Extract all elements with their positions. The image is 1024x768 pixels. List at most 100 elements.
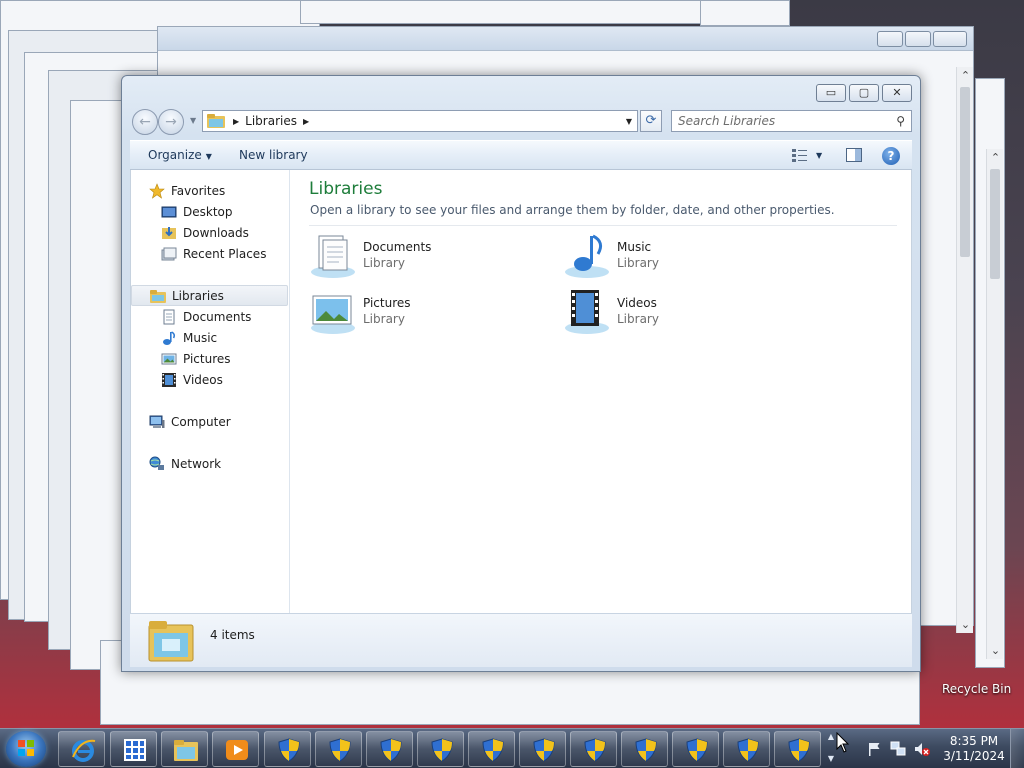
search-input[interactable] xyxy=(678,114,878,128)
uac-shield-icon xyxy=(380,738,402,762)
page-subtitle: Open a library to see your files and arr… xyxy=(310,203,835,217)
change-view-icon[interactable] xyxy=(792,148,808,162)
library-type: Library xyxy=(617,256,659,270)
desktop-icon xyxy=(161,204,177,220)
videos-icon xyxy=(565,290,609,334)
maximize-button[interactable]: ▢ xyxy=(849,84,879,102)
close-button[interactable]: ✕ xyxy=(882,84,912,102)
library-tile-documents[interactable]: Documents Library xyxy=(309,232,529,280)
sidebar-item-label: Libraries xyxy=(172,288,224,303)
taskbar-uac-prompt[interactable] xyxy=(519,731,566,767)
breadcrumb-libraries[interactable]: Libraries xyxy=(245,114,297,128)
library-tile-pictures[interactable]: Pictures Library xyxy=(309,288,529,336)
scroll-down-icon[interactable]: ⌄ xyxy=(957,616,974,633)
refresh-icon: ⟳ xyxy=(645,113,657,128)
recycle-bin-label[interactable]: Recycle Bin xyxy=(942,682,1011,696)
command-bar: Organize ▼ New library ▼ ? xyxy=(130,140,912,170)
item-count: 4 items xyxy=(210,628,255,642)
sidebar-item-music[interactable]: Music xyxy=(131,327,288,348)
library-name: Music xyxy=(617,240,652,254)
taskbar-calculator[interactable] xyxy=(110,731,157,767)
volume-muted-icon[interactable] xyxy=(914,741,930,757)
libraries-icon xyxy=(150,288,166,304)
sidebar-item-videos[interactable]: Videos xyxy=(131,369,288,390)
forward-button[interactable]: → xyxy=(158,109,184,135)
show-desktop-button[interactable] xyxy=(1010,729,1024,768)
refresh-button[interactable]: ⟳ xyxy=(640,110,662,132)
network-tray-icon[interactable] xyxy=(890,741,906,757)
taskbar: ▲ ▼ 8:35 PM 3/11/2024 xyxy=(0,728,1024,768)
sidebar-item-label: Desktop xyxy=(183,204,233,219)
taskbar-uac-prompt[interactable] xyxy=(417,731,464,767)
media-player-icon xyxy=(226,740,248,760)
scroll-down-icon[interactable]: ⌄ xyxy=(987,642,1004,659)
minimize-button[interactable]: ▭ xyxy=(816,84,846,102)
view-options-dropdown-icon[interactable]: ▼ xyxy=(816,151,822,160)
help-icon[interactable]: ? xyxy=(882,147,900,165)
background-scrollbar[interactable]: ⌃ ⌄ xyxy=(986,149,1003,659)
taskbar-media-player[interactable] xyxy=(212,731,259,767)
search-box[interactable]: ⚲ xyxy=(671,110,912,132)
forward-arrow-icon: → xyxy=(165,114,177,130)
recent-pages-dropdown-icon[interactable]: ▼ xyxy=(190,116,196,125)
taskbar-uac-prompt[interactable] xyxy=(264,731,311,767)
taskbar-internet-explorer[interactable] xyxy=(58,731,105,767)
star-icon xyxy=(149,182,165,199)
library-tile-music[interactable]: Music Library xyxy=(563,232,783,280)
scroll-thumb[interactable] xyxy=(990,169,1000,279)
sidebar-item-label: Network xyxy=(171,456,222,471)
address-bar[interactable]: ▶ Libraries ▶ ▼ xyxy=(202,110,638,132)
sidebar-item-label: Recent Places xyxy=(183,246,267,261)
sidebar-item-network[interactable]: Network xyxy=(131,453,288,474)
clock-time: 8:35 PM xyxy=(949,734,999,748)
scroll-thumb[interactable] xyxy=(960,87,970,257)
preview-pane-icon[interactable] xyxy=(846,148,862,162)
taskbar-uac-prompt[interactable] xyxy=(315,731,362,767)
taskbar-uac-prompt[interactable] xyxy=(366,731,413,767)
taskbar-uac-prompt[interactable] xyxy=(570,731,617,767)
sidebar-item-documents[interactable]: Documents xyxy=(131,306,288,327)
back-button[interactable]: ← xyxy=(132,109,158,135)
internet-explorer-icon xyxy=(72,739,96,762)
sidebar-item-libraries[interactable]: Libraries xyxy=(131,285,288,306)
taskbar-uac-prompt[interactable] xyxy=(723,731,770,767)
sidebar-item-desktop[interactable]: Desktop xyxy=(131,201,288,222)
window-controls: ▭ ▢ ✕ xyxy=(816,84,912,102)
library-tile-videos[interactable]: Videos Library xyxy=(563,288,783,336)
page-title: Libraries xyxy=(309,179,383,199)
organize-button[interactable]: Organize ▼ xyxy=(148,148,212,162)
sidebar-item-computer[interactable]: Computer xyxy=(131,411,288,432)
scroll-up-icon[interactable]: ⌃ xyxy=(987,149,1004,166)
system-clock[interactable]: 8:35 PM 3/11/2024 xyxy=(942,734,1006,764)
action-center-flag-icon[interactable] xyxy=(866,741,882,757)
search-icon[interactable]: ⚲ xyxy=(896,114,905,128)
new-library-button[interactable]: New library xyxy=(239,148,308,162)
taskbar-uac-prompt[interactable] xyxy=(621,731,668,767)
sidebar-item-label: Pictures xyxy=(183,351,231,366)
breadcrumb-chevron-icon[interactable]: ▶ xyxy=(303,117,309,126)
taskbar-uac-prompt[interactable] xyxy=(468,731,515,767)
start-button[interactable] xyxy=(6,731,46,767)
taskbar-windows-explorer[interactable] xyxy=(161,731,208,767)
breadcrumb-chevron-icon[interactable]: ▶ xyxy=(233,117,239,126)
divider xyxy=(309,225,897,226)
background-window-controls xyxy=(877,31,967,47)
pictures-icon xyxy=(311,295,355,334)
address-dropdown-icon[interactable]: ▼ xyxy=(621,117,637,126)
uac-shield-icon xyxy=(278,738,300,762)
taskbar-uac-prompt[interactable] xyxy=(774,731,821,767)
chevron-down-icon: ▼ xyxy=(205,152,212,161)
computer-icon xyxy=(149,414,165,430)
downloads-icon xyxy=(161,225,177,241)
sidebar-item-label: Documents xyxy=(183,309,252,324)
scroll-up-icon[interactable]: ⌃ xyxy=(957,67,974,84)
sidebar-item-favorites[interactable]: Favorites xyxy=(131,180,288,201)
taskbar-uac-prompt[interactable] xyxy=(672,731,719,767)
sidebar-item-downloads[interactable]: Downloads xyxy=(131,222,288,243)
background-scrollbar[interactable]: ⌃ ⌄ xyxy=(956,67,973,633)
clock-date: 3/11/2024 xyxy=(943,749,1005,763)
taskbar-scroll-down-icon[interactable]: ▼ xyxy=(824,753,838,765)
videos-icon xyxy=(161,372,177,388)
sidebar-item-pictures[interactable]: Pictures xyxy=(131,348,288,369)
sidebar-item-recent-places[interactable]: Recent Places xyxy=(131,243,288,264)
